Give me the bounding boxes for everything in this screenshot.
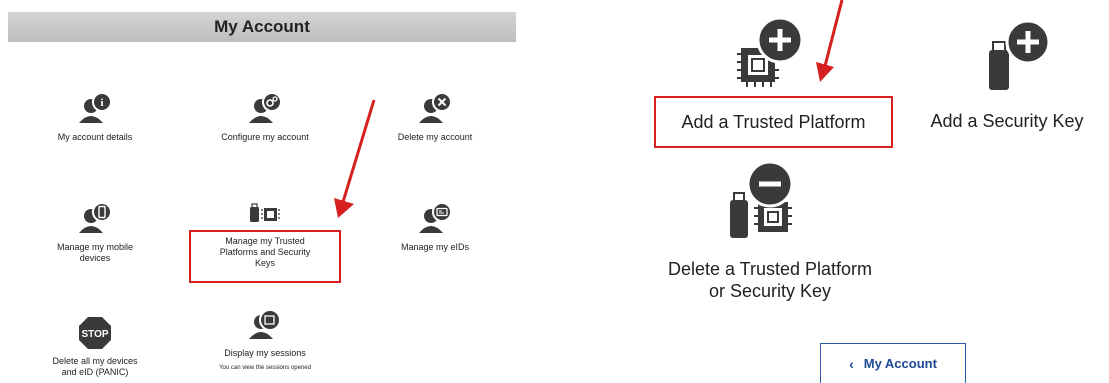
user-gear-icon — [249, 92, 282, 123]
user-info-icon: i — [79, 92, 112, 123]
tile-manage-trusted-platforms[interactable]: Manage my Trusted Platforms and Security… — [180, 202, 350, 283]
back-to-my-account-button[interactable]: ‹ My Account — [820, 343, 966, 383]
tile-label: Manage my Trusted Platforms and Security… — [219, 236, 311, 268]
tile-sublabel: You can view the sessions opened — [219, 365, 311, 371]
user-sessions-icon — [249, 309, 281, 339]
usb-plus-icon — [989, 19, 1051, 90]
stop-icon: STOP — [79, 317, 111, 349]
user-eid-icon — [419, 202, 452, 233]
back-button-label: My Account — [863, 356, 937, 371]
add-trusted-platform-button[interactable]: Add a Trusted Platform — [654, 96, 893, 148]
usb-plus-icon-wrap — [983, 19, 1063, 96]
delete-trusted-platform-button[interactable]: Delete a Trusted Platform or Security Ke… — [630, 258, 910, 302]
tile-label: Add a Security Key — [930, 111, 1084, 131]
usb-chip-icon — [250, 203, 280, 222]
red-arrow-annotation — [816, 0, 844, 82]
highlight-box: Manage my Trusted Platforms and Security… — [189, 230, 341, 283]
chevron-left-icon: ‹ — [849, 355, 854, 372]
tile-label: My account details — [57, 132, 133, 142]
tile-my-account-details[interactable]: i My account details — [10, 92, 180, 143]
tile-label: Display my sessions — [224, 348, 306, 358]
tile-display-sessions[interactable]: Display my sessions You can view the ses… — [180, 308, 350, 374]
page-title: My Account — [8, 12, 516, 42]
tile-label: Delete a Trusted Platform or Security Ke… — [667, 259, 873, 301]
usb-chip-minus-icon-wrap — [728, 160, 808, 240]
tile-manage-mobile-devices[interactable]: Manage my mobile devices — [10, 202, 180, 264]
red-arrow-annotation — [334, 99, 376, 218]
tile-label: Manage my eIDs — [400, 242, 470, 252]
tile-label: Configure my account — [221, 132, 309, 142]
add-security-key-button[interactable]: Add a Security Key — [905, 110, 1109, 132]
tile-label: Delete all my devices and eID (PANIC) — [52, 356, 138, 377]
tile-panic-delete[interactable]: STOP Delete all my devices and eID (PANI… — [10, 316, 180, 378]
user-mobile-icon — [79, 202, 112, 233]
tile-label: Manage my mobile devices — [56, 242, 134, 263]
chip-plus-icon — [737, 16, 804, 87]
user-delete-icon — [419, 92, 452, 123]
stop-icon-text: STOP — [81, 329, 108, 340]
svg-text:i: i — [100, 97, 103, 109]
page-title-text: My Account — [214, 17, 310, 36]
tile-configure-my-account[interactable]: Configure my account — [180, 92, 350, 143]
usb-chip-minus-icon — [730, 160, 794, 238]
tile-label: Add a Trusted Platform — [681, 112, 866, 132]
chip-plus-icon-wrap — [735, 14, 815, 94]
